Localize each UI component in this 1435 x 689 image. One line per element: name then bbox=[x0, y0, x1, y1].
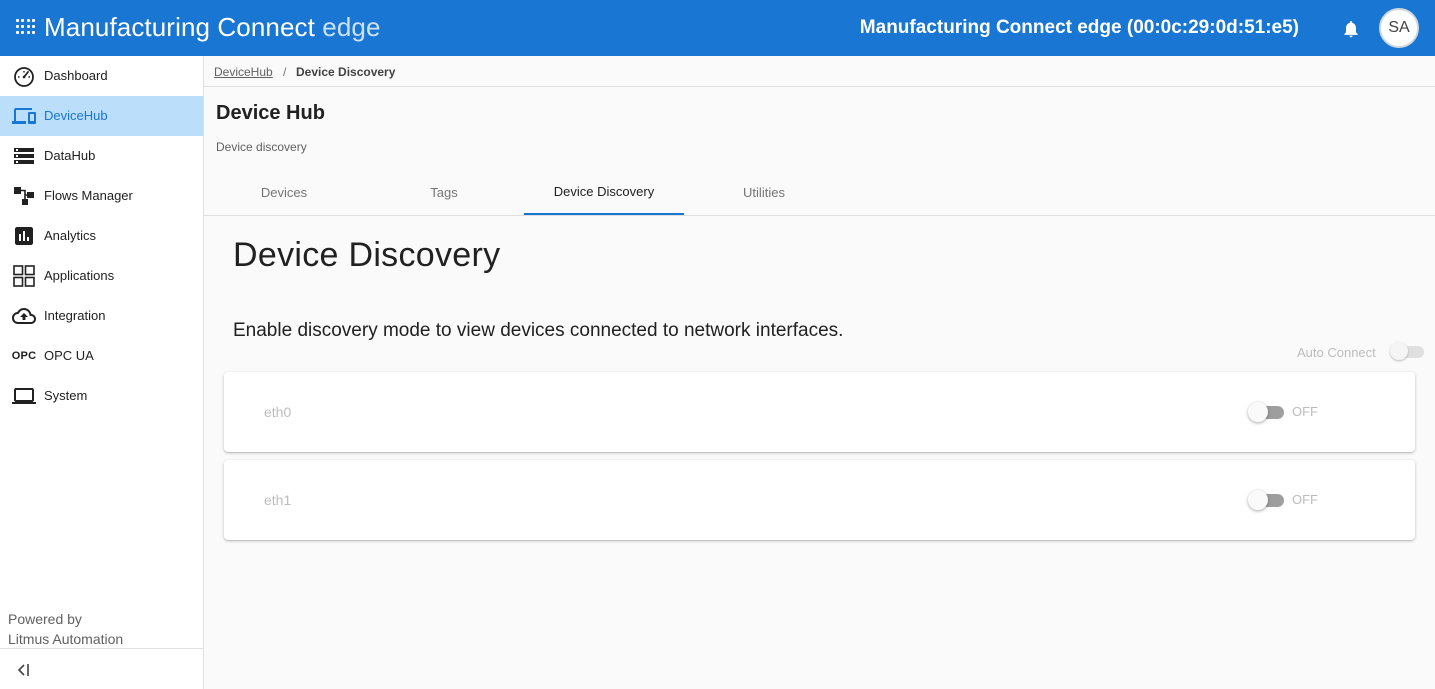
storage-icon bbox=[12, 144, 36, 168]
breadcrumb-current: Device Discovery bbox=[296, 65, 396, 79]
breadcrumb: DeviceHub / Device Discovery bbox=[204, 56, 1435, 87]
cloud-upload-icon bbox=[12, 304, 36, 328]
sidebar-item-analytics[interactable]: Analytics bbox=[0, 216, 203, 256]
sidebar-item-opc-ua[interactable]: OPC OPC UA bbox=[0, 336, 203, 376]
toggle-thumb bbox=[1248, 402, 1268, 422]
powered-by-text: Powered by Litmus Automation bbox=[8, 609, 123, 649]
page-subtitle: Device discovery bbox=[216, 140, 307, 154]
toggle-thumb bbox=[1248, 490, 1268, 510]
discovery-toggle-eth1[interactable] bbox=[1248, 490, 1286, 510]
flow-icon bbox=[12, 184, 36, 208]
sidebar-item-label: DeviceHub bbox=[44, 108, 108, 123]
sidebar-item-label: Flows Manager bbox=[44, 188, 133, 203]
breadcrumb-link-devicehub[interactable]: DeviceHub bbox=[214, 65, 273, 79]
sidebar-item-integration[interactable]: Integration bbox=[0, 296, 203, 336]
powered-by-line: Powered by bbox=[8, 611, 82, 627]
sidebar: Dashboard DeviceHub DataHub Flows Manage… bbox=[0, 56, 204, 689]
page-title: Device Hub bbox=[216, 102, 325, 124]
section-description: Enable discovery mode to view devices co… bbox=[233, 320, 844, 341]
app-title-edge: edge bbox=[322, 12, 381, 42]
sidebar-item-devicehub[interactable]: DeviceHub bbox=[0, 96, 203, 136]
powered-by-company: Litmus Automation bbox=[8, 631, 124, 647]
tab-device-discovery[interactable]: Device Discovery bbox=[524, 170, 684, 215]
app-launcher-icon[interactable] bbox=[16, 19, 35, 37]
breadcrumb-separator: / bbox=[283, 65, 287, 79]
section-title: Device Discovery bbox=[233, 236, 501, 274]
speedometer-icon bbox=[12, 64, 36, 88]
interface-card-eth1: eth1 OFF bbox=[224, 460, 1415, 540]
collapse-sidebar-icon[interactable] bbox=[16, 661, 34, 679]
sidebar-item-label: Dashboard bbox=[44, 68, 108, 83]
interface-name: eth1 bbox=[264, 492, 292, 508]
auto-connect-toggle[interactable] bbox=[1390, 342, 1424, 360]
sidebar-item-label: Applications bbox=[44, 268, 115, 283]
sidebar-item-label: OPC UA bbox=[44, 348, 94, 363]
sidebar-item-datahub[interactable]: DataHub bbox=[0, 136, 203, 176]
sidebar-item-label: Integration bbox=[44, 308, 106, 323]
app-title-main: Manufacturing Connect bbox=[44, 12, 315, 42]
auto-connect-label: Auto Connect bbox=[1297, 345, 1376, 360]
apps-grid-icon bbox=[12, 264, 36, 288]
sidebar-item-flows-manager[interactable]: Flows Manager bbox=[0, 176, 203, 216]
user-avatar[interactable]: SA bbox=[1379, 8, 1419, 48]
sidebar-item-system[interactable]: System bbox=[0, 376, 203, 416]
top-app-bar: Manufacturing Connect edge Manufacturing… bbox=[0, 0, 1435, 56]
interface-card-eth0: eth0 OFF bbox=[224, 372, 1415, 452]
tab-bar: Devices Tags Device Discovery Utilities bbox=[204, 170, 1435, 216]
sidebar-footer bbox=[0, 648, 203, 689]
interface-name: eth0 bbox=[264, 404, 292, 420]
discovery-toggle-eth0[interactable] bbox=[1248, 402, 1286, 422]
tab-tags[interactable]: Tags bbox=[364, 170, 524, 215]
app-title: Manufacturing Connect edge bbox=[44, 12, 381, 43]
laptop-icon bbox=[12, 384, 36, 408]
notifications-bell-icon[interactable] bbox=[1341, 18, 1361, 40]
sidebar-item-label: DataHub bbox=[44, 148, 96, 163]
sidebar-item-label: Analytics bbox=[44, 228, 97, 243]
sidebar-item-dashboard[interactable]: Dashboard bbox=[0, 56, 203, 96]
sidebar-item-applications[interactable]: Applications bbox=[0, 256, 203, 296]
tab-utilities[interactable]: Utilities bbox=[684, 170, 844, 215]
opc-icon: OPC bbox=[11, 350, 37, 362]
tab-devices[interactable]: Devices bbox=[204, 170, 364, 215]
toggle-thumb bbox=[1390, 342, 1408, 360]
toggle-state-label: OFF bbox=[1292, 492, 1318, 507]
sidebar-item-label: System bbox=[44, 388, 88, 403]
analytics-icon bbox=[12, 224, 36, 248]
toggle-state-label: OFF bbox=[1292, 404, 1318, 419]
device-title: Manufacturing Connect edge (00:0c:29:0d:… bbox=[859, 17, 1299, 38]
devices-icon bbox=[12, 104, 36, 128]
